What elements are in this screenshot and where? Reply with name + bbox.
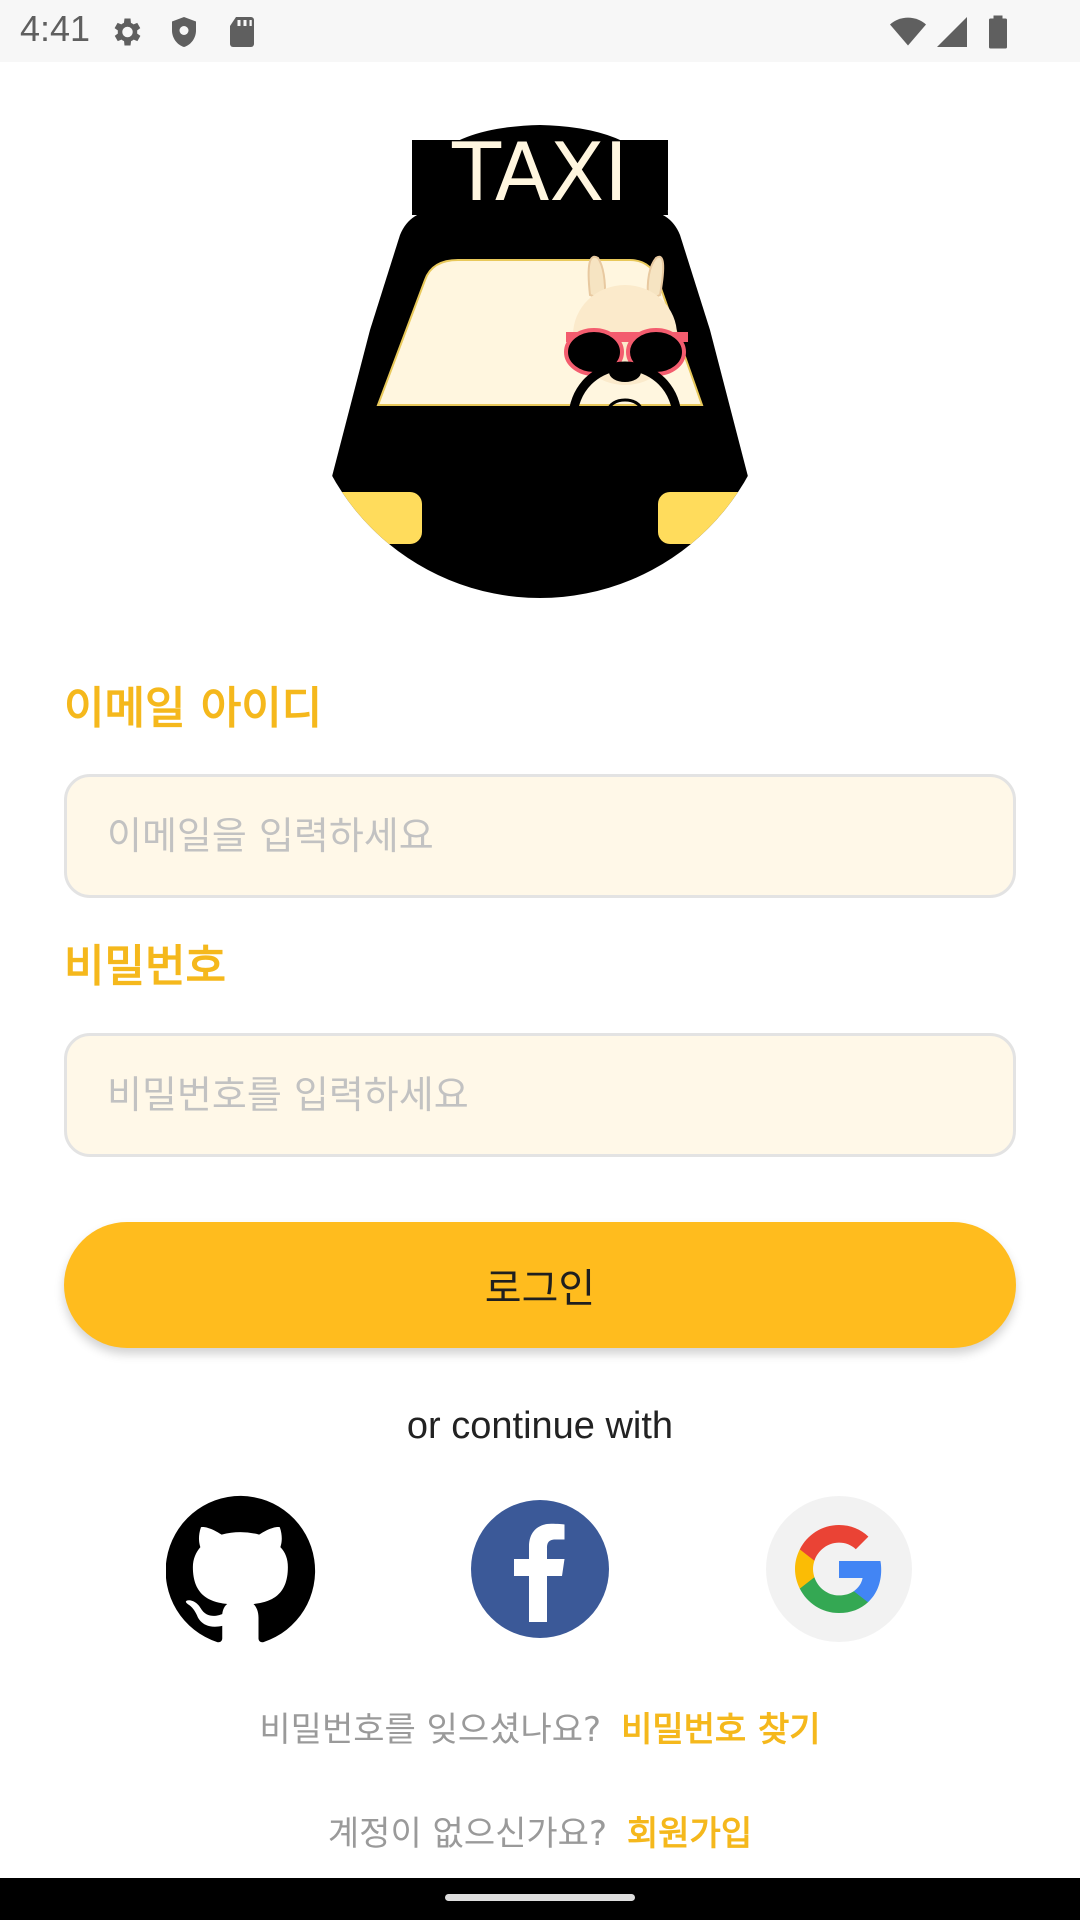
navigation-bar <box>0 1878 1080 1920</box>
continue-with-text: or continue with <box>406 1405 674 1447</box>
taxi-logo: TAXI <box>302 122 778 598</box>
password-input[interactable] <box>64 1033 1016 1157</box>
github-login-button[interactable] <box>165 1494 316 1644</box>
facebook-login-button[interactable] <box>465 1494 615 1644</box>
password-label: 비밀번호 <box>64 941 226 992</box>
home-gesture-handle[interactable] <box>445 1894 635 1901</box>
wifi-icon <box>890 17 926 46</box>
sd-card-icon <box>230 17 254 47</box>
taxi-sign-text: TAXI <box>451 126 628 219</box>
signup-question: 계정이 없으신가요? <box>327 1814 607 1854</box>
forgot-password-link[interactable]: 비밀번호 찾기 <box>621 1710 821 1750</box>
google-login-button[interactable] <box>764 1494 914 1644</box>
signup-link[interactable]: 회원가입 <box>627 1814 752 1854</box>
facebook-icon <box>471 1500 609 1638</box>
forgot-question: 비밀번호를 잊으셨나요? <box>259 1710 602 1750</box>
signal-icon <box>937 17 967 47</box>
email-input[interactable] <box>64 774 1016 898</box>
status-bar: 4:41 <box>0 0 1080 62</box>
signup-row: 계정이 없으신가요? 회원가입 <box>0 1806 1080 1855</box>
status-time: 4:41 <box>20 8 91 49</box>
github-icon <box>165 1495 316 1643</box>
email-label: 이메일 아이디 <box>64 683 323 734</box>
shield-icon <box>172 17 196 47</box>
forgot-password-row: 비밀번호를 잊으셨나요? 비밀번호 찾기 <box>0 1702 1080 1751</box>
login-button[interactable]: 로그인 <box>64 1222 1016 1348</box>
google-icon <box>766 1496 912 1642</box>
battery-icon <box>989 15 1007 49</box>
gear-icon <box>114 18 141 46</box>
